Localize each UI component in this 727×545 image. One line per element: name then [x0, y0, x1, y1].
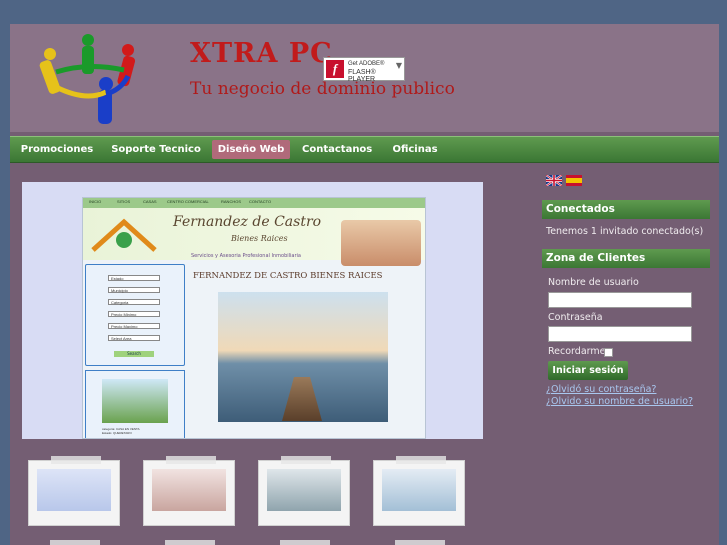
preview-field: Precio Minimo [108, 311, 160, 317]
preview-field: Categoria [108, 299, 160, 305]
thumbnail-image [152, 469, 226, 511]
preview-tagline: Servicios y Asesoria Profesional Inmobil… [191, 253, 301, 259]
login-button[interactable]: Iniciar sesión [548, 361, 628, 380]
download-arrow-icon: ▼ [395, 61, 402, 70]
get-flash-player-button[interactable]: f Get ADOBE® FLASH® PLAYER ▼ [323, 57, 405, 83]
preview-lake-photo [218, 292, 388, 422]
site-slogan: Tu negocio de dominio publico [190, 79, 455, 99]
nav-item-diseno-web[interactable]: Diseño Web [212, 140, 290, 159]
preview-field: Select Area [108, 335, 160, 341]
preview-field: Estado [108, 275, 160, 281]
property-caption: categoria: CASA EN VENTA Estado: QUERETA… [102, 427, 140, 435]
slideshow-thumbnail[interactable] [143, 456, 235, 526]
main-navigation: Promociones Soporte Tecnico Diseño Web C… [10, 136, 719, 163]
slideshow-thumbnail[interactable] [28, 456, 120, 526]
thumbnail-tab [395, 540, 445, 545]
username-input[interactable] [548, 292, 692, 308]
people-circle-logo-icon [39, 34, 136, 124]
header: XTRA PC Tu negocio de dominio publico f … [10, 24, 719, 132]
slideshow-thumbnail[interactable] [258, 456, 350, 526]
remember-checkbox[interactable] [604, 348, 613, 357]
username-label: Nombre de usuario [548, 277, 639, 288]
preview-subtitle: Bienes Raices [231, 234, 288, 243]
thumbnail-tab [280, 540, 330, 545]
remember-label: Recordarme [548, 346, 606, 357]
site-title: XTRA PC [190, 38, 333, 69]
thumbnail-image [37, 469, 111, 511]
preview-banner: Fernandez de Castro Bienes Raices Servic… [83, 208, 425, 266]
flash-badge-line2: FLASH® PLAYER [348, 69, 376, 83]
spain-flag-icon[interactable] [566, 175, 582, 186]
website-preview-screenshot: INICIO SITIOS CASAS CENTRO COMERCIAL RAN… [82, 197, 426, 439]
nav-item-promociones[interactable]: Promociones [18, 140, 96, 159]
property-photo [102, 379, 168, 423]
preview-featured-property: categoria: CASA EN VENTA Estado: QUERETA… [85, 370, 185, 438]
thumbnail-image [267, 469, 341, 511]
forgot-password-link[interactable]: ¿Olvidó su contraseña? [546, 384, 656, 395]
preview-field: Precio Maximo [108, 323, 160, 329]
online-module-title: Conectados [542, 200, 710, 219]
password-input[interactable] [548, 326, 692, 342]
nav-item-contactanos[interactable]: Contactanos [302, 140, 372, 159]
thumbnail-tab [281, 456, 331, 464]
login-module-title: Zona de Clientes [542, 249, 710, 268]
password-label: Contraseña [548, 312, 603, 323]
nav-item-oficinas[interactable]: Oficinas [386, 140, 444, 159]
uk-flag-icon[interactable] [546, 175, 562, 186]
preview-tab: SITIOS [117, 199, 131, 204]
preview-tab: CENTRO COMERCIAL [167, 199, 209, 204]
preview-title: Fernandez de Castro [173, 214, 322, 230]
page: XTRA PC Tu negocio de dominio publico f … [10, 24, 719, 545]
slideshow-thumbnail[interactable] [373, 456, 465, 526]
nav-item-soporte-tecnico[interactable]: Soporte Tecnico [110, 140, 202, 159]
thumbnail-tab [51, 456, 101, 464]
slideshow-main-image[interactable]: INICIO SITIOS CASAS CENTRO COMERCIAL RAN… [22, 182, 483, 439]
forgot-username-link[interactable]: ¿Olvido su nombre de usuario? [546, 396, 693, 407]
thumbnail-tab [396, 456, 446, 464]
family-photo [341, 220, 421, 266]
dock-shape [282, 377, 322, 421]
thumbnail-tab [50, 540, 100, 545]
preview-tab: CASAS [143, 199, 157, 204]
preview-search-panel: Estado Municipio Categoria Precio Minimo… [85, 264, 185, 366]
thumbnail-tab [165, 540, 215, 545]
preview-field: Municipio [108, 287, 160, 293]
preview-heading: FERNANDEZ DE CASTRO BIENES RAICES [193, 271, 383, 281]
flash-icon: f [326, 60, 344, 78]
preview-search-button: Search [114, 351, 154, 357]
thumbnail-image [382, 469, 456, 511]
thumbnail-tab [166, 456, 216, 464]
online-users-text: Tenemos 1 invitado conectado(s) [546, 226, 704, 237]
house-logo-icon [91, 218, 157, 252]
preview-tab-bar: INICIO SITIOS CASAS CENTRO COMERCIAL RAN… [83, 198, 425, 208]
property-caption-line2: Estado: QUERETARO [102, 431, 132, 435]
flash-badge-line1: Get ADOBE® [348, 61, 385, 67]
preview-tab: CONTACTO [249, 199, 272, 204]
preview-tab: RANCHOS [221, 199, 242, 204]
preview-tab: INICIO [89, 199, 102, 204]
